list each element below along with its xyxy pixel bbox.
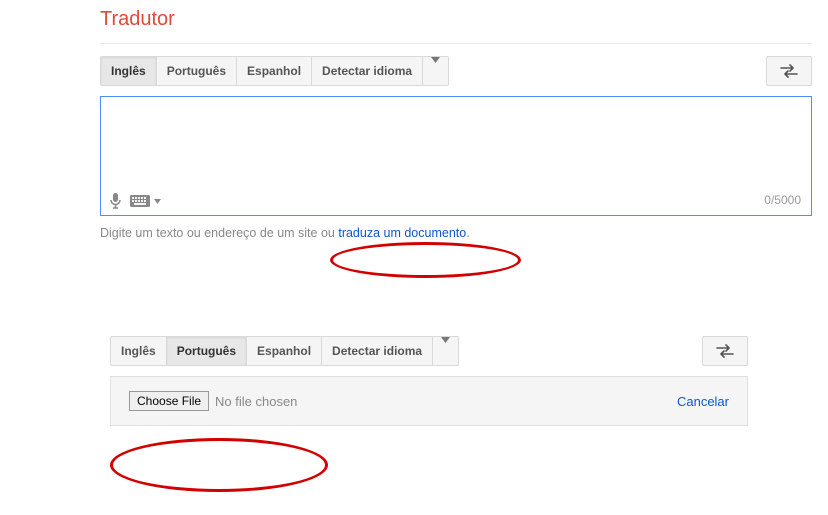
divider — [100, 43, 812, 44]
lang-tab-group: Inglês Português Espanhol Detectar idiom… — [100, 56, 449, 86]
tab2-lang-detect[interactable]: Detectar idioma — [322, 337, 433, 365]
chevron-down-icon — [431, 57, 440, 63]
lang-tabs-row: Inglês Português Espanhol Detectar idiom… — [100, 56, 812, 86]
cancel-link[interactable]: Cancelar — [677, 394, 729, 409]
keyboard-icon[interactable] — [130, 195, 161, 207]
tab-lang-dropdown[interactable] — [423, 57, 448, 85]
document-panel: Inglês Português Espanhol Detectar idiom… — [110, 336, 748, 426]
swap-icon — [716, 344, 734, 358]
source-textarea[interactable] — [101, 97, 811, 215]
choose-file-button[interactable]: Choose File — [129, 391, 209, 411]
hint-suffix: . — [466, 226, 469, 240]
annotation-circle-2 — [110, 438, 328, 492]
swap-languages-button[interactable] — [766, 56, 812, 86]
file-upload-row: Choose File No file chosen Cancelar — [110, 376, 748, 426]
tab-lang-detect[interactable]: Detectar idioma — [312, 57, 423, 85]
swap-languages-button-2[interactable] — [702, 336, 748, 366]
source-editor: 0/5000 — [100, 96, 812, 216]
source-panel: Inglês Português Espanhol Detectar idiom… — [100, 56, 812, 240]
lang-tab-group-2: Inglês Português Espanhol Detectar idiom… — [110, 336, 459, 366]
char-count: 0/5000 — [764, 193, 801, 207]
lang-tabs-row-2: Inglês Português Espanhol Detectar idiom… — [110, 336, 748, 366]
tab2-lang-0[interactable]: Inglês — [111, 337, 167, 365]
page-title: Tradutor — [0, 0, 828, 43]
tab2-lang-2[interactable]: Espanhol — [247, 337, 322, 365]
translate-document-link[interactable]: traduza um documento — [338, 226, 466, 240]
file-chooser: Choose File No file chosen — [129, 391, 297, 411]
hint-prefix: Digite um texto ou endereço de um site o… — [100, 226, 338, 240]
hint-text: Digite um texto ou endereço de um site o… — [100, 226, 812, 240]
no-file-label: No file chosen — [215, 394, 297, 409]
tab2-lang-1[interactable]: Português — [167, 337, 247, 365]
editor-tools — [109, 193, 161, 209]
tab-lang-1[interactable]: Português — [157, 57, 237, 85]
tab2-lang-dropdown[interactable] — [433, 337, 458, 365]
chevron-down-icon — [441, 337, 450, 343]
microphone-icon[interactable] — [109, 193, 122, 209]
tab-lang-0[interactable]: Inglês — [101, 57, 157, 85]
swap-icon — [780, 64, 798, 78]
tab-lang-2[interactable]: Espanhol — [237, 57, 312, 85]
